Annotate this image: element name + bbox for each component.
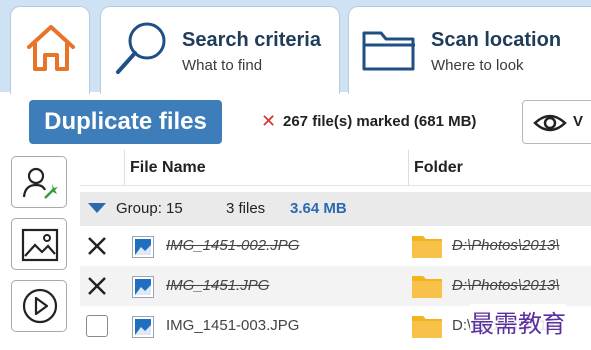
home-icon bbox=[27, 25, 75, 71]
user-filter-button[interactable] bbox=[11, 156, 67, 208]
marked-files-status: 267 file(s) marked (681 MB) bbox=[283, 113, 477, 130]
tab-search-title: Search criteria bbox=[182, 29, 321, 51]
column-separator[interactable] bbox=[408, 150, 409, 186]
media-play-button[interactable] bbox=[11, 280, 67, 332]
collapse-triangle-icon[interactable] bbox=[88, 203, 106, 213]
tab-search-criteria[interactable]: Search criteria What to find bbox=[100, 6, 340, 94]
folder-icon bbox=[412, 276, 442, 298]
table-row[interactable]: IMG_1451-002.JPG D:\Photos\2013\ bbox=[80, 226, 591, 266]
image-file-icon bbox=[132, 236, 154, 258]
image-icon bbox=[21, 228, 59, 262]
group-file-count: 3 files bbox=[226, 200, 266, 217]
file-name: IMG_1451.JPG bbox=[166, 277, 270, 294]
file-name: IMG_1451-002.JPG bbox=[166, 237, 300, 254]
tab-scan-title: Scan location bbox=[431, 29, 562, 51]
play-icon bbox=[22, 288, 58, 324]
tab-home[interactable] bbox=[10, 6, 90, 94]
image-file-icon bbox=[132, 316, 154, 338]
checkbox-unchecked[interactable] bbox=[86, 315, 108, 337]
table-header: File Name Folder bbox=[80, 150, 591, 186]
view-button-label: V bbox=[573, 113, 584, 130]
folder-path: D:\Photos\2013\ bbox=[452, 237, 560, 254]
user-wand-icon bbox=[22, 167, 58, 199]
checkbox-checked[interactable] bbox=[86, 235, 108, 257]
search-icon bbox=[116, 22, 166, 74]
tab-scan-subtitle: Where to look bbox=[431, 57, 524, 74]
image-filter-button[interactable] bbox=[11, 218, 67, 270]
column-header-filename[interactable]: File Name bbox=[130, 159, 206, 177]
folder-icon bbox=[362, 31, 415, 71]
watermark-text: 最需教育 bbox=[470, 304, 566, 339]
duplicate-files-button[interactable]: Duplicate files bbox=[29, 100, 222, 144]
group-size: 3.64 MB bbox=[290, 200, 347, 217]
checkbox-checked[interactable] bbox=[86, 275, 108, 297]
table-row[interactable]: IMG_1451.JPG D:\Photos\2013\ bbox=[80, 266, 591, 306]
file-name: IMG_1451-003.JPG bbox=[166, 317, 300, 334]
group-header-row[interactable]: Group: 15 3 files 3.64 MB bbox=[80, 192, 591, 226]
close-icon[interactable]: ✕ bbox=[261, 112, 276, 130]
folder-icon bbox=[412, 236, 442, 258]
folder-path: D:\Photos\2013\ bbox=[452, 277, 560, 294]
tab-scan-location[interactable]: Scan location Where to look bbox=[348, 6, 591, 94]
eye-icon bbox=[533, 114, 567, 132]
folder-icon bbox=[412, 316, 442, 338]
image-file-icon bbox=[132, 276, 154, 298]
column-header-folder[interactable]: Folder bbox=[414, 159, 463, 177]
tab-search-subtitle: What to find bbox=[182, 57, 263, 74]
column-separator[interactable] bbox=[124, 150, 125, 186]
view-button[interactable]: V bbox=[522, 100, 591, 144]
group-label: Group: 15 bbox=[116, 200, 183, 217]
